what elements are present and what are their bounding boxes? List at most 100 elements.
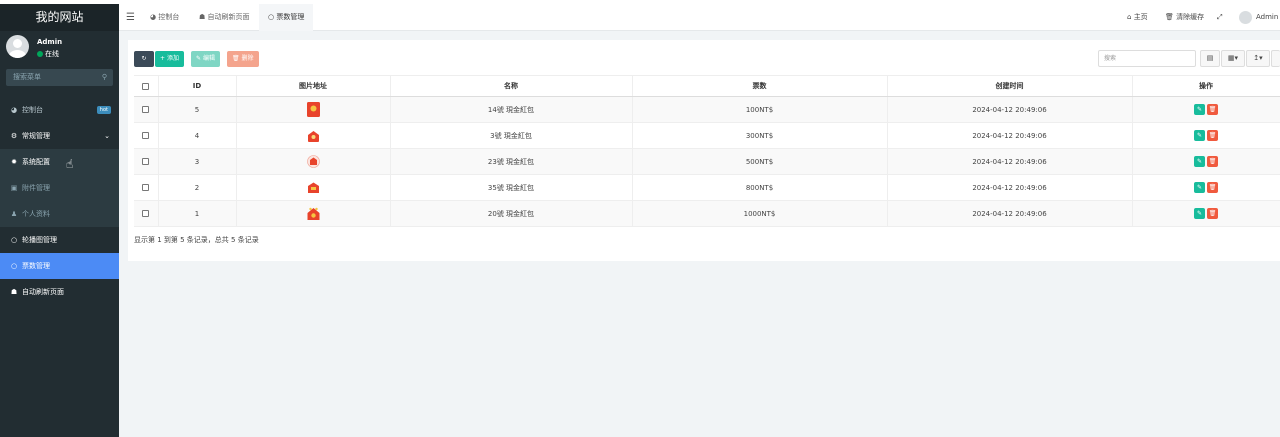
cell-id: 3 xyxy=(158,148,237,175)
red-envelope-image[interactable] xyxy=(306,154,320,169)
menu-search-input[interactable]: 搜索菜单 ⚲ xyxy=(6,69,113,86)
cell-votes: 100NT$ xyxy=(632,96,888,123)
edit-row-icon[interactable]: ✎ xyxy=(1194,156,1205,167)
user-status-text: 在线 xyxy=(45,50,59,58)
sidebar-item-general[interactable]: ⚙ 常规管理 ⌄ xyxy=(0,123,119,149)
red-envelope-image[interactable] xyxy=(307,206,320,221)
add-button[interactable]: + 添加 xyxy=(155,51,184,67)
sidebar-item-dashboard[interactable]: ◕ 控制台 hot xyxy=(0,97,119,123)
table-row[interactable]: 5 14號 現金紅包 100NT$ 2024-04-12 20:49:06 ✎ 🗑 xyxy=(134,96,1280,123)
circle-icon: ○ xyxy=(10,236,18,244)
cell-created: 2024-04-12 20:49:06 xyxy=(887,122,1133,149)
tab-dashboard[interactable]: ◕ 控制台 xyxy=(141,4,188,31)
row-checkbox[interactable] xyxy=(142,210,150,217)
user-avatar[interactable] xyxy=(1239,11,1252,24)
sidebar-item-votes[interactable]: ○ 票数管理 xyxy=(0,253,119,279)
clear-cache-button[interactable]: 🗑 清除缓存 xyxy=(1165,4,1204,31)
trash-icon: 🗑 xyxy=(1165,13,1174,21)
user-status: 在线 xyxy=(37,49,59,59)
delete-row-icon[interactable]: 🗑 xyxy=(1207,130,1218,141)
row-checkbox[interactable] xyxy=(142,184,150,191)
user-panel: Admin 在线 xyxy=(0,31,119,65)
red-envelope-image[interactable] xyxy=(306,102,320,117)
table-row[interactable]: 3 23號 現金紅包 500NT$ 2024-04-12 20:49:06 ✎ 🗑 xyxy=(134,148,1280,175)
toggle-view-icon[interactable]: ▤ xyxy=(1200,50,1220,67)
circle-icon: ○ xyxy=(268,13,275,21)
site-logo[interactable]: 我的网站 xyxy=(0,4,119,31)
pencil-icon: ✎ xyxy=(196,55,202,62)
delete-row-icon[interactable]: 🗑 xyxy=(1207,156,1218,167)
cell-votes: 300NT$ xyxy=(632,122,888,149)
delete-button[interactable]: 🗑 删除 xyxy=(227,51,259,67)
column-header[interactable]: ID xyxy=(158,75,237,97)
table-header-row: ID 图片地址 名称 票数 创建时间 操作 xyxy=(134,75,1280,97)
user-menu[interactable]: Admin xyxy=(1256,4,1278,31)
table-search-placeholder: 搜索 xyxy=(1104,55,1117,62)
dashboard-icon: ◕ xyxy=(150,13,157,21)
hot-badge: hot xyxy=(96,106,111,114)
refresh-button[interactable]: ↻ xyxy=(134,51,154,67)
cell-id: 5 xyxy=(158,96,237,123)
sidebar-item-label: 轮播图管理 xyxy=(22,236,57,244)
cell-name: 23號 現金紅包 xyxy=(390,148,633,175)
columns-icon[interactable]: ▦▾ xyxy=(1221,50,1245,67)
delete-row-icon[interactable]: 🗑 xyxy=(1207,104,1218,115)
column-header: 操作 xyxy=(1132,75,1280,97)
home-link[interactable]: ⌂ 主页 xyxy=(1127,4,1148,31)
sidebar-item-label: 控制台 xyxy=(22,106,43,114)
cell-votes: 1000NT$ xyxy=(632,200,888,227)
row-checkbox[interactable] xyxy=(142,158,150,165)
sidebar-item-carousel[interactable]: ○ 轮播图管理 xyxy=(0,227,119,253)
column-header[interactable]: 票数 xyxy=(632,75,888,97)
cell-created: 2024-04-12 20:49:06 xyxy=(887,200,1133,227)
refresh-icon: ↻ xyxy=(141,55,147,62)
cell-id: 2 xyxy=(158,174,237,201)
table-row[interactable]: 1 20號 現金紅包 1000NT$ 2024-04-12 20:49:06 ✎… xyxy=(134,200,1280,227)
users-icon: ☗ xyxy=(199,13,206,21)
column-header[interactable]: 图片地址 xyxy=(236,75,391,97)
more-icon[interactable] xyxy=(1271,50,1280,67)
delete-row-icon[interactable]: 🗑 xyxy=(1207,182,1218,193)
column-header[interactable]: 名称 xyxy=(390,75,633,97)
sidebar-item-profile[interactable]: ♟ 个人资料 xyxy=(0,201,119,227)
cell-created: 2024-04-12 20:49:06 xyxy=(887,96,1133,123)
sidebar-item-label: 自动刷新页面 xyxy=(22,288,64,296)
edit-row-icon[interactable]: ✎ xyxy=(1194,208,1205,219)
fullscreen-icon[interactable]: ⤢ xyxy=(1217,4,1223,31)
edit-row-icon[interactable]: ✎ xyxy=(1194,104,1205,115)
export-icon[interactable]: ↥▾ xyxy=(1246,50,1270,67)
red-envelope-image[interactable] xyxy=(307,180,320,195)
tab-votes[interactable]: ○ 票数管理 xyxy=(259,4,314,31)
sidebar-item-attachments[interactable]: ▣ 附件管理 xyxy=(0,175,119,201)
column-header[interactable]: 创建时间 xyxy=(887,75,1133,97)
sidebar-item-auto-refresh[interactable]: ☗ 自动刷新页面 xyxy=(0,279,119,305)
table-search-input[interactable]: 搜索 xyxy=(1098,50,1196,67)
search-icon[interactable]: ⚲ xyxy=(102,69,107,86)
edit-button[interactable]: ✎ 编辑 xyxy=(191,51,220,67)
pagination-info: 显示第 1 到第 5 条记录，总共 5 条记录 xyxy=(134,236,259,244)
row-checkbox[interactable] xyxy=(142,106,150,113)
menu-toggle-icon[interactable]: ☰ xyxy=(126,4,135,31)
red-envelope-image[interactable] xyxy=(307,128,320,143)
sidebar-item-label: 常规管理 xyxy=(22,132,50,140)
edit-row-icon[interactable]: ✎ xyxy=(1194,130,1205,141)
table-row[interactable]: 2 35號 現金紅包 800NT$ 2024-04-12 20:49:06 ✎ 🗑 xyxy=(134,174,1280,201)
trash-icon: 🗑 xyxy=(232,55,240,62)
cell-votes: 500NT$ xyxy=(632,148,888,175)
row-checkbox[interactable] xyxy=(142,132,150,139)
cell-id: 4 xyxy=(158,122,237,149)
cell-name: 20號 現金紅包 xyxy=(390,200,633,227)
tab-auto-refresh[interactable]: ☗ 自动刷新页面 xyxy=(190,4,259,31)
select-all-checkbox[interactable] xyxy=(142,82,150,90)
sidebar-item-system-config[interactable]: ✹ 系统配置 xyxy=(0,149,119,175)
cell-id: 1 xyxy=(158,200,237,227)
table-row[interactable]: 4 3號 現金紅包 300NT$ 2024-04-12 20:49:06 ✎ 🗑 xyxy=(134,122,1280,149)
home-label: 主页 xyxy=(1133,13,1148,21)
select-all-header xyxy=(134,75,159,97)
edit-row-icon[interactable]: ✎ xyxy=(1194,182,1205,193)
edit-label: 编辑 xyxy=(202,55,215,62)
clear-cache-label: 清除缓存 xyxy=(1176,13,1205,21)
online-dot-icon xyxy=(37,51,43,57)
tab-label: 票数管理 xyxy=(276,13,305,21)
delete-row-icon[interactable]: 🗑 xyxy=(1207,208,1218,219)
